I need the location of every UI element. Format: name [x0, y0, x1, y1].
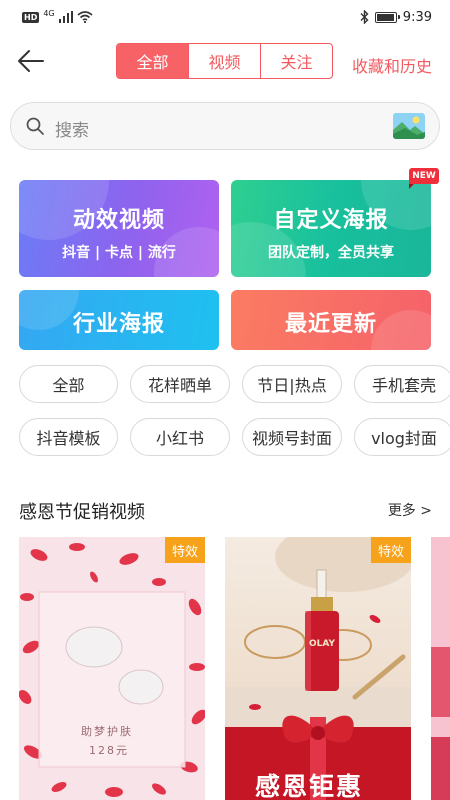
- tab-video[interactable]: 视频: [189, 44, 261, 78]
- more-link[interactable]: 更多 >: [388, 500, 432, 520]
- status-right: 9:39: [360, 10, 432, 25]
- chip-vlog-cover[interactable]: vlog封面: [354, 418, 450, 456]
- back-arrow-icon[interactable]: [16, 46, 46, 76]
- status-left: HD 4G: [22, 8, 93, 23]
- video-thumbnail-1[interactable]: 助梦护肤 128元 特效: [19, 537, 205, 800]
- search-placeholder: 搜索: [55, 121, 89, 141]
- wifi-icon: [77, 11, 93, 23]
- custom-poster-card[interactable]: 自定义海报 团队定制，全员共享: [231, 180, 431, 277]
- clock: 9:39: [402, 9, 432, 25]
- search-icon: [26, 117, 44, 135]
- industry-poster-card[interactable]: 行业海报: [19, 290, 219, 350]
- search-input[interactable]: 搜索: [10, 102, 440, 150]
- category-chips-row-1: 全部 花样晒单 节日|热点 手机套壳: [19, 365, 450, 403]
- section-title: 感恩节促销视频: [19, 502, 145, 523]
- category-chips-row-2: 抖音模板 小红书 视频号封面 vlog封面: [19, 418, 450, 456]
- chip-channel-cover[interactable]: 视频号封面: [242, 418, 342, 456]
- thumbnail-partial-art: [431, 537, 450, 800]
- chip-douyin-template[interactable]: 抖音模板: [19, 418, 118, 456]
- decor-bubble: [154, 227, 219, 277]
- battery-icon: [374, 11, 400, 23]
- bluetooth-icon: [360, 10, 369, 24]
- thumbnail-caption: 助梦护肤: [81, 725, 133, 738]
- chip-showcase[interactable]: 花样晒单: [130, 365, 230, 403]
- tab-all[interactable]: 全部: [117, 44, 189, 78]
- tab-switcher: 全部 视频 关注: [116, 43, 333, 79]
- effect-badge: 特效: [371, 537, 411, 563]
- product-scene: [225, 537, 411, 800]
- chip-xiaohongshu[interactable]: 小红书: [130, 418, 230, 456]
- favorites-history-link[interactable]: 收藏和历史: [352, 53, 432, 77]
- hd-badge: HD: [22, 11, 40, 23]
- chip-phone-case[interactable]: 手机套壳: [354, 365, 450, 403]
- chip-all[interactable]: 全部: [19, 365, 118, 403]
- rose-petal-background: [19, 537, 205, 800]
- signal-icon: [58, 11, 73, 23]
- new-badge: NEW: [409, 168, 439, 189]
- chip-holiday-hot[interactable]: 节日|热点: [242, 365, 342, 403]
- network-label: 4G: [43, 8, 55, 18]
- image-search-icon[interactable]: [393, 113, 425, 139]
- video-thumbnail-3[interactable]: [431, 537, 450, 800]
- status-bar: HD 4G 9:39: [0, 0, 450, 34]
- motion-video-card[interactable]: 动效视频 抖音 | 卡点 | 流行: [19, 180, 219, 277]
- video-thumbnail-2[interactable]: OLAY 感恩钜惠 特效: [225, 537, 411, 800]
- thumbnail-brand: OLAY: [309, 639, 336, 649]
- thumbnail-price: 128元: [89, 744, 129, 757]
- top-bar: 全部 视频 关注 收藏和历史: [0, 40, 450, 84]
- tab-follow[interactable]: 关注: [261, 44, 332, 78]
- thumbnail-caption: 感恩钜惠: [255, 772, 364, 800]
- battery-fill: [376, 13, 394, 21]
- effect-badge: 特效: [165, 537, 205, 563]
- recent-updates-card[interactable]: 最近更新: [231, 290, 431, 350]
